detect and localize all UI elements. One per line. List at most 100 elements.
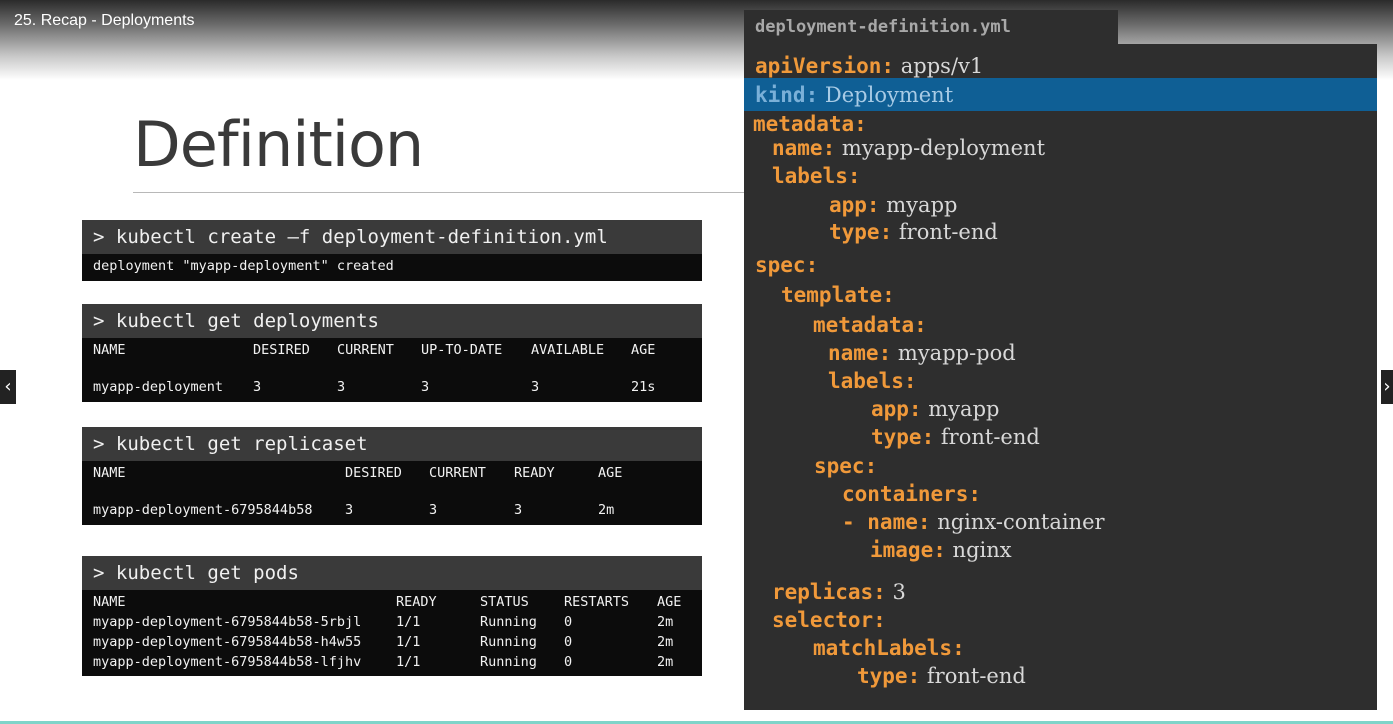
yaml-value: myapp-pod — [897, 341, 1016, 365]
yaml-line: labels: — [772, 162, 861, 190]
yaml-value: front-end — [926, 664, 1026, 688]
header-cell: AGE — [598, 465, 623, 481]
header-cell: CURRENT — [337, 342, 394, 358]
table-cell: 2m — [598, 502, 615, 518]
yaml-line: name: myapp-deployment — [772, 134, 1045, 162]
yaml-key: metadata: — [753, 112, 867, 136]
yaml-key: replicas: — [772, 580, 886, 604]
header-cell: AGE — [657, 594, 682, 610]
yaml-line: type: front-end — [857, 662, 1026, 690]
table-cell: Running — [480, 654, 537, 670]
chevron-right-icon: › — [1383, 376, 1391, 397]
table-cell: Running — [480, 634, 537, 650]
table-row: myapp-deployment-6795844b58-5rbjl 1/1 Ru… — [93, 612, 702, 632]
header-cell: CURRENT — [429, 465, 486, 481]
table-cell: 1/1 — [396, 614, 421, 630]
yaml-line: spec: — [814, 452, 877, 480]
yaml-key: template: — [781, 283, 895, 307]
yaml-value: myapp — [886, 193, 958, 217]
header-cell: STATUS — [480, 594, 529, 610]
yaml-line: - name: nginx-container — [842, 508, 1105, 536]
table-cell: 3 — [421, 379, 430, 395]
yaml-value: myapp-deployment — [841, 136, 1046, 160]
yaml-key: metadata: — [813, 313, 927, 337]
header-cell: UP-TO-DATE — [421, 342, 503, 358]
table-row: myapp-deployment 3 3 3 3 21s — [93, 377, 702, 397]
terminal-output: deployment "myapp-deployment" created — [93, 258, 394, 274]
yaml-line: spec: — [755, 251, 818, 279]
table-cell: 0 — [564, 634, 573, 650]
yaml-line: replicas: 3 — [772, 578, 906, 606]
table-header: NAME DESIRED CURRENT UP-TO-DATE AVAILABL… — [93, 340, 702, 360]
yaml-key: app: — [871, 397, 922, 421]
yaml-key: matchLabels: — [813, 636, 965, 660]
yaml-key: - name: — [842, 510, 931, 534]
yaml-filename-tab: deployment-definition.yml — [744, 10, 1118, 44]
yaml-line: type: front-end — [871, 423, 1040, 451]
table-cell: 3 — [337, 379, 346, 395]
slide-heading: Definition — [133, 108, 424, 181]
table-cell: 3 — [429, 502, 438, 518]
table-cell: 3 — [345, 502, 354, 518]
table-cell: 3 — [514, 502, 523, 518]
yaml-key: image: — [870, 538, 946, 562]
yaml-line: selector: — [772, 606, 886, 634]
header-cell: RESTARTS — [564, 594, 630, 610]
yaml-key: type: — [829, 220, 893, 244]
table-cell: myapp-deployment-6795844b58 — [93, 502, 313, 518]
table-cell: 3 — [531, 379, 540, 395]
yaml-editor: apiVersion: apps/v1 kind: Deployment met… — [744, 44, 1377, 710]
table-cell: 2m — [657, 634, 674, 650]
yaml-line: name: myapp-pod — [828, 339, 1016, 367]
yaml-line: template: — [781, 281, 895, 309]
yaml-key: type: — [871, 425, 935, 449]
yaml-key: spec: — [814, 454, 878, 478]
yaml-line: apiVersion: apps/v1 — [755, 52, 983, 80]
yaml-key: app: — [829, 193, 880, 217]
yaml-line: containers: — [842, 480, 981, 508]
yaml-value: nginx-container — [937, 510, 1105, 534]
yaml-line: app: myapp — [829, 191, 957, 219]
table-cell: 1/1 — [396, 654, 421, 670]
yaml-key: labels: — [772, 164, 861, 188]
table-header: NAME DESIRED CURRENT READY AGE — [93, 463, 702, 483]
yaml-line: metadata: — [813, 311, 927, 339]
yaml-line: matchLabels: — [813, 634, 965, 662]
table-cell: 2m — [657, 614, 674, 630]
header-cell: AVAILABLE — [531, 342, 605, 358]
yaml-key: spec: — [755, 253, 819, 277]
terminal-command: > kubectl get pods — [82, 556, 702, 590]
table-row: myapp-deployment-6795844b58-lfjhv 1/1 Ru… — [93, 652, 702, 672]
header-cell: NAME — [93, 594, 126, 610]
next-slide-button[interactable]: › — [1381, 370, 1393, 404]
yaml-line: image: nginx — [870, 536, 1012, 564]
yaml-key: labels: — [828, 369, 917, 393]
terminal-command: > kubectl get replicaset — [82, 427, 702, 461]
heading-divider — [133, 192, 753, 193]
yaml-line: app: myapp — [871, 395, 999, 423]
yaml-key: name: — [828, 341, 892, 365]
yaml-key: type: — [857, 664, 921, 688]
terminal-deployments: > kubectl get deployments NAME DESIRED C… — [82, 304, 702, 402]
prev-slide-button[interactable]: ‹ — [0, 370, 16, 404]
table-cell: 0 — [564, 614, 573, 630]
table-cell: 21s — [631, 379, 656, 395]
yaml-value: 3 — [892, 580, 906, 604]
yaml-value: front-end — [898, 220, 998, 244]
header-cell: NAME — [93, 342, 126, 358]
header-cell: DESIRED — [345, 465, 402, 481]
table-row: myapp-deployment-6795844b58-h4w55 1/1 Ru… — [93, 632, 702, 652]
yaml-value: nginx — [952, 538, 1012, 562]
terminal-pods: > kubectl get pods NAME READY STATUS RES… — [82, 556, 702, 676]
yaml-line: labels: — [828, 367, 917, 395]
header-cell: DESIRED — [253, 342, 310, 358]
table-cell: myapp-deployment-6795844b58-lfjhv — [93, 654, 362, 670]
yaml-key: name: — [772, 136, 836, 160]
table-cell: myapp-deployment-6795844b58-5rbjl — [93, 614, 362, 630]
yaml-key: kind: — [755, 83, 819, 107]
header-cell: AGE — [631, 342, 656, 358]
yaml-line: type: front-end — [829, 218, 998, 246]
header-cell: READY — [396, 594, 437, 610]
terminal-create: > kubectl create –f deployment-definitio… — [82, 220, 702, 281]
table-header: NAME READY STATUS RESTARTS AGE — [93, 592, 702, 612]
